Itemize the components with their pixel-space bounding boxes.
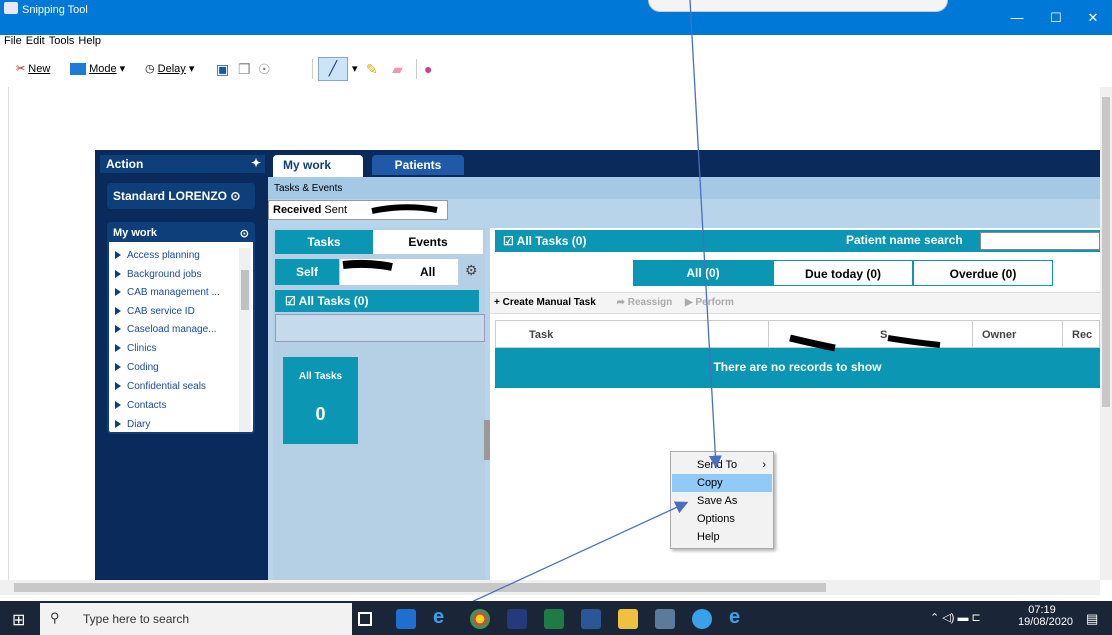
task-view-icon[interactable] bbox=[358, 612, 372, 626]
excel-icon[interactable] bbox=[544, 609, 564, 629]
file-explorer-icon[interactable] bbox=[618, 609, 638, 629]
messenger-icon[interactable] bbox=[692, 609, 712, 629]
search-icon: ⚲ bbox=[50, 610, 60, 625]
menu-item-send-to[interactable]: Send To › bbox=[672, 456, 772, 474]
ie-icon-2[interactable]: e bbox=[729, 606, 749, 628]
word-icon[interactable] bbox=[581, 609, 601, 629]
redaction-marks bbox=[342, 204, 941, 352]
redaction-scribble bbox=[342, 259, 393, 271]
clock-date: 19/08/2020 bbox=[1018, 616, 1074, 628]
notification-icon[interactable]: ▤ bbox=[1086, 611, 1098, 627]
taskbar-search-box[interactable]: ⚲ Type here to search bbox=[40, 603, 352, 635]
search-placeholder: Type here to search bbox=[83, 612, 190, 626]
clock[interactable]: 07:19 19/08/2020 bbox=[1018, 604, 1074, 628]
chrome-icon[interactable] bbox=[470, 609, 490, 629]
send-to-label: Send To bbox=[697, 459, 738, 471]
menu-item-copy[interactable]: Copy bbox=[672, 474, 772, 492]
submenu-arrow-icon: › bbox=[762, 459, 766, 471]
ie-icon[interactable]: e bbox=[433, 606, 453, 628]
snipping-tool-taskbar-icon[interactable] bbox=[507, 609, 527, 629]
app-icon[interactable] bbox=[655, 609, 675, 629]
windows-start-icon[interactable]: ⊞ bbox=[12, 610, 25, 630]
menu-item-help[interactable]: Help bbox=[672, 528, 772, 546]
redaction-scribble bbox=[789, 334, 836, 352]
system-tray-icons[interactable]: ⌃ ◁) ▬ ⊏ bbox=[930, 611, 981, 624]
redaction-scribble bbox=[371, 204, 438, 214]
context-menu: Send To › Copy Save As Options Help bbox=[670, 451, 774, 549]
clock-time: 07:19 bbox=[1028, 604, 1056, 616]
outlook-icon[interactable] bbox=[396, 609, 416, 629]
menu-item-save-as[interactable]: Save As bbox=[672, 492, 772, 510]
menu-item-options[interactable]: Options bbox=[672, 510, 772, 528]
redaction-scribble bbox=[887, 335, 941, 348]
